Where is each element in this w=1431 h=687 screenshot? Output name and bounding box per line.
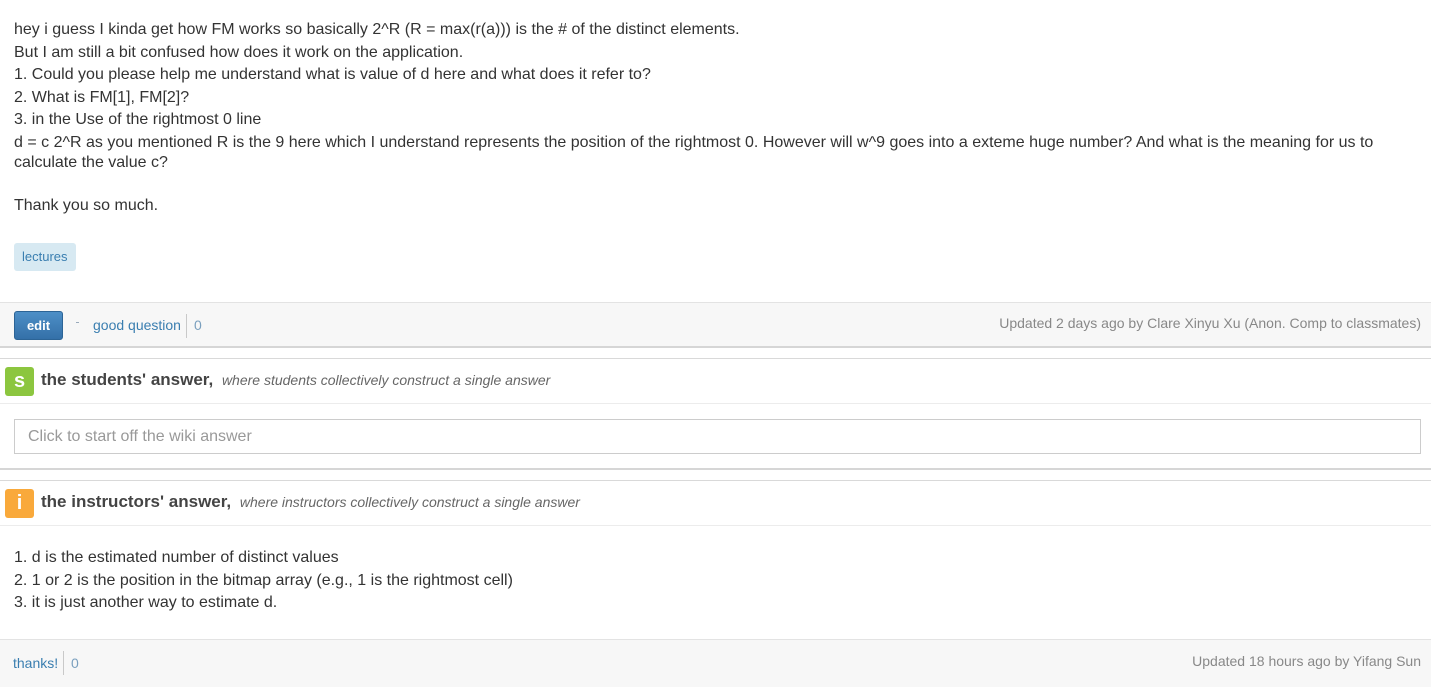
edit-button[interactable]: edit bbox=[14, 311, 63, 340]
question-line: But I am still a bit confused how does i… bbox=[14, 43, 464, 61]
students-answer-header: s the students' answer, where students c… bbox=[0, 359, 1431, 404]
question-line: hey i guess I kinda get how FM works so … bbox=[14, 21, 740, 38]
instructors-answer-subtitle: where instructors collectively construct… bbox=[239, 494, 580, 510]
instructors-answer-header: i the instructors' answer, where instruc… bbox=[0, 481, 1431, 526]
answer-line: 1. d is the estimated number of distinct… bbox=[14, 549, 339, 566]
students-answer-card: s the students' answer, where students c… bbox=[0, 358, 1431, 470]
instructors-answer-footer: thanks! 0 Updated 18 hours ago by Yifang… bbox=[0, 639, 1431, 687]
tag-lectures[interactable]: lectures bbox=[14, 243, 76, 271]
instructors-answer-title: the instructors' answer, where instructo… bbox=[41, 492, 580, 512]
thanks-count: 0 bbox=[71, 655, 79, 671]
question-card: hey i guess I kinda get how FM works so … bbox=[0, 0, 1431, 350]
question-line: 3. in the Use of the rightmost 0 line bbox=[14, 111, 262, 128]
students-answer-title-text: the students' answer, bbox=[41, 370, 214, 389]
student-badge-icon: s bbox=[5, 367, 34, 396]
question-line: 2. What is FM[1], FM[2]? bbox=[14, 88, 190, 106]
answer-line: 2. 1 or 2 is the position in the bitmap … bbox=[14, 571, 513, 589]
instructors-answer-card: i the instructors' answer, where instruc… bbox=[0, 480, 1431, 687]
instructors-answer-title-text: the instructors' answer, bbox=[41, 492, 232, 511]
separator bbox=[76, 322, 79, 323]
question-updated-text: Updated 2 days ago by Clare Xinyu Xu (An… bbox=[999, 315, 1421, 331]
answer-line: 3. it is just another way to estimate d. bbox=[14, 594, 278, 611]
question-line: Thank you so much. bbox=[14, 197, 159, 214]
question-line: d = c 2^R as you mentioned R is the 9 he… bbox=[14, 133, 1374, 151]
question-line: 1. Could you please help me understand w… bbox=[14, 66, 651, 83]
question-line: calculate the value c? bbox=[14, 153, 168, 171]
students-answer-title: the students' answer, where students col… bbox=[41, 370, 550, 390]
question-footer: edit good question 0 Updated 2 days ago … bbox=[0, 302, 1431, 348]
divider bbox=[186, 314, 187, 338]
question-body: hey i guess I kinda get how FM works so … bbox=[14, 19, 1419, 218]
good-question-link[interactable]: good question bbox=[93, 317, 181, 333]
instructors-answer-body: 1. d is the estimated number of distinct… bbox=[14, 547, 513, 615]
good-question-count: 0 bbox=[194, 317, 202, 333]
thanks-link[interactable]: thanks! bbox=[13, 655, 58, 671]
divider bbox=[63, 651, 64, 675]
wiki-answer-input[interactable]: Click to start off the wiki answer bbox=[14, 419, 1421, 454]
instructor-badge-icon: i bbox=[5, 489, 34, 518]
students-answer-subtitle: where students collectively construct a … bbox=[221, 372, 551, 388]
instructors-updated-text: Updated 18 hours ago by Yifang Sun bbox=[1192, 653, 1421, 669]
